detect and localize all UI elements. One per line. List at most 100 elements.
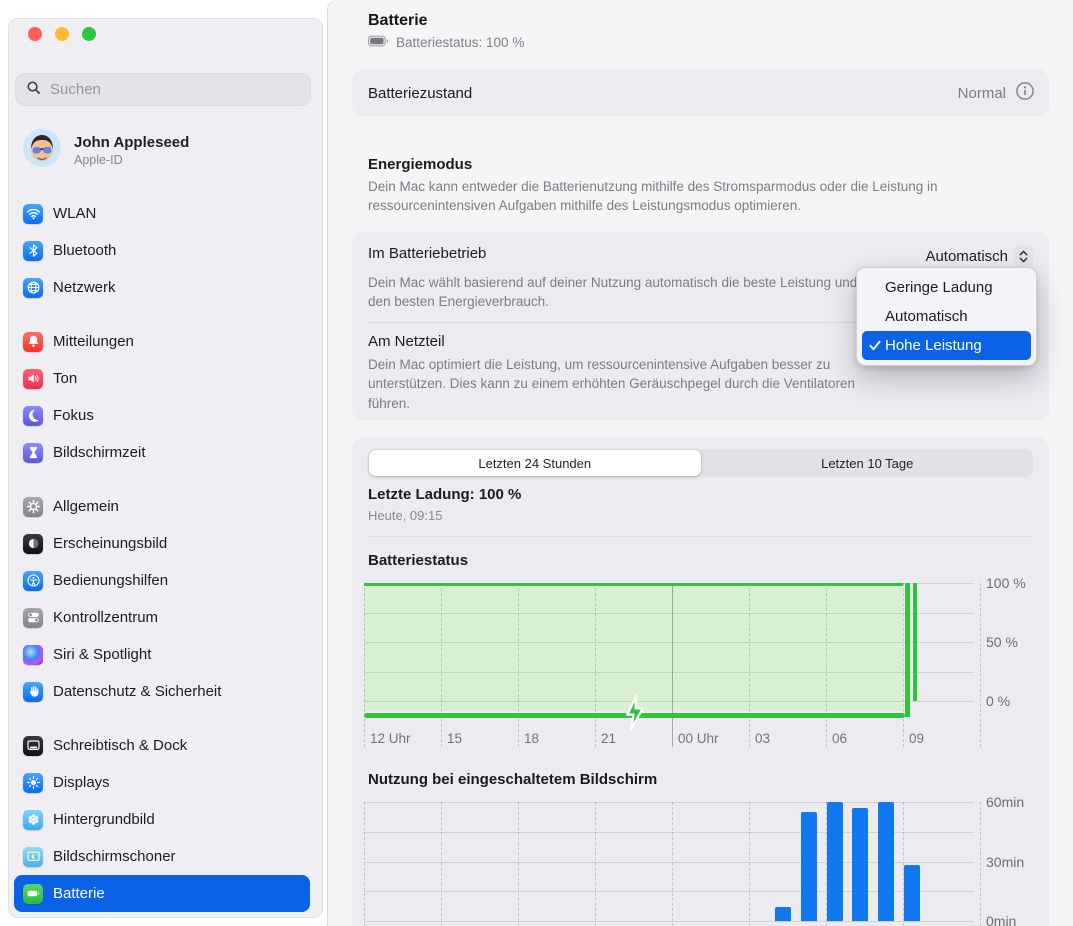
gridline-vertical: [518, 802, 519, 926]
sidebar-item-label: Ton: [53, 370, 78, 387]
sidebar-item-fokus[interactable]: Fokus: [14, 397, 310, 434]
sidebar-item-erscheinungsbild[interactable]: Erscheinungsbild: [14, 525, 310, 562]
x-axis-label: 18: [524, 731, 540, 746]
appearance-icon: [23, 533, 43, 554]
sidebar-item-siri-spotlight[interactable]: Siri & Spotlight: [14, 636, 310, 673]
gridline-horizontal: [364, 701, 974, 702]
info-icon[interactable]: [1015, 81, 1035, 106]
battery-level-area: [364, 583, 903, 711]
wifi-icon: [23, 203, 43, 224]
sidebar-item-bluetooth[interactable]: Bluetooth: [14, 232, 310, 269]
battery-health-value: Normal: [957, 84, 1006, 102]
menu-item-high-power[interactable]: Hohe Leistung: [862, 331, 1031, 360]
menu-item-automatic[interactable]: Automatisch: [862, 302, 1031, 331]
sidebar-item-hintergrundbild[interactable]: Hintergrundbild: [14, 801, 310, 838]
x-axis-label: 00 Uhr: [678, 731, 719, 746]
gridline-vertical: [672, 583, 673, 747]
sidebar-item-label: Bildschirmschoner: [53, 848, 176, 865]
moon-icon: [23, 405, 43, 426]
gridline-vertical: [518, 583, 519, 747]
battery-level-chart-title: Batteriestatus: [368, 552, 469, 569]
battery-status-line: Batteriestatus: 100 %: [368, 35, 524, 50]
sidebar-item-label: Bedienungshilfen: [53, 572, 169, 589]
y-axis-label: 100 %: [986, 575, 1026, 591]
gridline-vertical: [672, 802, 673, 926]
tab-last-10-days[interactable]: Letzten 10 Tage: [702, 449, 1034, 477]
sidebar-item-schreibtisch-dock[interactable]: Schreibtisch & Dock: [14, 727, 310, 764]
sidebar-item-allgemein[interactable]: Allgemein: [14, 488, 310, 525]
battery-level-line: [364, 583, 903, 586]
sidebar-item-ton[interactable]: Ton: [14, 360, 310, 397]
on-battery-description: Dein Mac wählt basierend auf deiner Nutz…: [368, 275, 858, 310]
sidebar-item-label: Siri & Spotlight: [53, 646, 152, 663]
sidebar-item-batterie[interactable]: Batterie: [14, 875, 310, 912]
checkmark-icon: [869, 340, 885, 351]
on-battery-label: Im Batteriebetrieb: [368, 245, 487, 262]
y-axis-label: 50 %: [986, 634, 1018, 650]
usage-bar: [775, 907, 792, 921]
search-icon: [26, 80, 41, 100]
flower-icon: [23, 809, 43, 830]
sidebar-item-label: Bluetooth: [53, 242, 117, 259]
search-field[interactable]: [15, 73, 311, 106]
energy-mode-popup-menu: Geringe Ladung Automatisch Hohe Leistung: [856, 267, 1037, 366]
sidebar-item-netzwerk[interactable]: Netzwerk: [14, 269, 310, 306]
tab-last-24-hours[interactable]: Letzten 24 Stunden: [369, 450, 701, 476]
gridline-vertical: [903, 583, 904, 747]
zoom-button[interactable]: [82, 27, 96, 41]
sidebar-item-mitteilungen[interactable]: Mitteilungen: [14, 323, 310, 360]
sidebar-item-datenschutz-sicherheit[interactable]: Datenschutz & Sicherheit: [14, 673, 310, 710]
x-axis-label: 12 Uhr: [370, 731, 411, 746]
search-input[interactable]: [48, 80, 300, 99]
sidebar: John Appleseed Apple-ID WLAN Bluetooth Net…: [8, 18, 323, 918]
hourglass-icon: [23, 442, 43, 463]
chevron-up-down-icon: [1014, 245, 1033, 268]
account-name: John Appleseed: [74, 133, 190, 151]
energy-mode-title: Energiemodus: [368, 156, 473, 173]
minimize-button[interactable]: [55, 27, 69, 41]
sidebar-item-label: Allgemein: [53, 498, 119, 515]
on-battery-popup-value: Automatisch: [925, 248, 1008, 265]
sidebar-item-label: Kontrollzentrum: [53, 609, 159, 626]
screen-usage-chart-title: Nutzung bei eingeschaltetem Bildschirm: [368, 771, 658, 788]
battery-icon: [23, 883, 43, 904]
gridline-vertical: [441, 802, 442, 926]
y-axis-label: 0 %: [986, 693, 1011, 709]
avatar: [23, 128, 61, 172]
bluetooth-icon: [23, 240, 43, 261]
battery-pane: Batterie Batteriestatus: 100 % Batteriez…: [327, 0, 1073, 926]
x-axis-label: 21: [601, 731, 617, 746]
battery-status-icon: [368, 35, 389, 50]
sidebar-item-label: Erscheinungsbild: [53, 535, 168, 552]
close-button[interactable]: [28, 27, 42, 41]
sidebar-item-kontrollzentrum[interactable]: Kontrollzentrum: [14, 599, 310, 636]
sidebar-item-wlan[interactable]: WLAN: [14, 195, 310, 232]
on-battery-popup-button[interactable]: Automatisch: [925, 245, 1033, 268]
x-axis-label: 09: [909, 731, 925, 746]
x-axis-label: 15: [447, 731, 463, 746]
sidebar-item-label: WLAN: [53, 205, 97, 222]
sidebar-item-bildschirmschoner[interactable]: Bildschirmschoner: [14, 838, 310, 875]
sidebar-item-label: Mitteilungen: [53, 333, 134, 350]
sun-icon: [23, 772, 43, 793]
sidebar-item-bildschirmzeit[interactable]: Bildschirmzeit: [14, 434, 310, 471]
sidebar-item-displays[interactable]: Displays: [14, 764, 310, 801]
sidebar-item-bedienungshilfen[interactable]: Bedienungshilfen: [14, 562, 310, 599]
gridline-vertical: [980, 802, 981, 926]
y-axis-label: 0min: [986, 913, 1017, 926]
accessibility-icon: [23, 570, 43, 591]
battery-level-chart: 12 Uhr 15 18 21 00 Uhr 03 06 09 100 % 50 % 0 %: [364, 575, 1064, 758]
gridline-vertical: [749, 583, 750, 747]
usage-bar: [800, 811, 817, 921]
menu-item-low-power[interactable]: Geringe Ladung: [862, 273, 1031, 302]
now-marker: [912, 583, 917, 701]
gridline-vertical: [980, 583, 981, 747]
gridline-horizontal: [364, 612, 974, 614]
gridline-vertical: [826, 583, 827, 747]
apple-id-account[interactable]: John Appleseed Apple-ID: [17, 121, 315, 179]
x-axis-label: 03: [755, 731, 771, 746]
last-charge-subtitle: Heute, 09:15: [368, 508, 443, 523]
on-power-description: Dein Mac optimiert die Leistung, um ress…: [368, 357, 856, 411]
x-axis-label: 06: [832, 731, 848, 746]
